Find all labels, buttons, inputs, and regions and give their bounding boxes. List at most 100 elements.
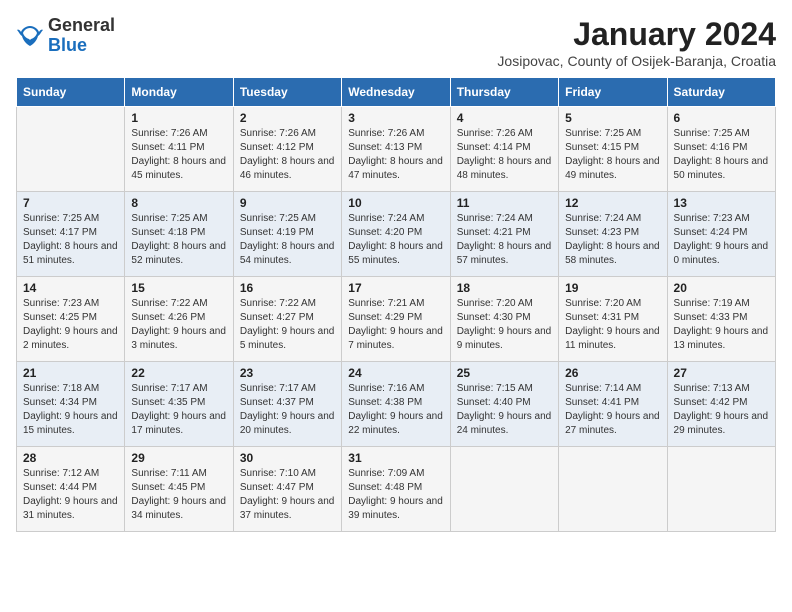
day-number: 18 xyxy=(457,281,552,295)
day-cell xyxy=(450,447,558,532)
day-cell: 27 Sunrise: 7:13 AMSunset: 4:42 PMDayligh… xyxy=(667,362,775,447)
day-number: 28 xyxy=(23,451,118,465)
day-info: Sunrise: 7:25 AMSunset: 4:19 PMDaylight:… xyxy=(240,212,335,268)
day-number: 4 xyxy=(457,111,552,125)
day-cell: 3 Sunrise: 7:26 AMSunset: 4:13 PMDaylight… xyxy=(342,107,450,192)
day-number: 8 xyxy=(131,196,226,210)
day-number: 13 xyxy=(674,196,769,210)
day-cell: 15 Sunrise: 7:22 AMSunset: 4:26 PMDayligh… xyxy=(125,277,233,362)
week-row-1: 1 Sunrise: 7:26 AMSunset: 4:11 PMDaylight… xyxy=(17,107,776,192)
day-number: 2 xyxy=(240,111,335,125)
day-cell: 2 Sunrise: 7:26 AMSunset: 4:12 PMDaylight… xyxy=(233,107,341,192)
header-sunday: Sunday xyxy=(17,78,125,107)
day-number: 6 xyxy=(674,111,769,125)
day-number: 12 xyxy=(565,196,660,210)
day-number: 21 xyxy=(23,366,118,380)
day-info: Sunrise: 7:12 AMSunset: 4:44 PMDaylight:… xyxy=(23,467,118,523)
day-info: Sunrise: 7:17 AMSunset: 4:37 PMDaylight:… xyxy=(240,382,335,438)
day-cell: 26 Sunrise: 7:14 AMSunset: 4:41 PMDayligh… xyxy=(559,362,667,447)
day-number: 29 xyxy=(131,451,226,465)
month-title: January 2024 xyxy=(497,16,776,53)
day-number: 15 xyxy=(131,281,226,295)
day-cell: 5 Sunrise: 7:25 AMSunset: 4:15 PMDaylight… xyxy=(559,107,667,192)
day-info: Sunrise: 7:25 AMSunset: 4:16 PMDaylight:… xyxy=(674,127,769,183)
day-info: Sunrise: 7:18 AMSunset: 4:34 PMDaylight:… xyxy=(23,382,118,438)
day-info: Sunrise: 7:25 AMSunset: 4:15 PMDaylight:… xyxy=(565,127,660,183)
day-info: Sunrise: 7:09 AMSunset: 4:48 PMDaylight:… xyxy=(348,467,443,523)
week-row-3: 14Sunrise: 7:23 AMSunset: 4:25 PMDayligh… xyxy=(17,277,776,362)
day-number: 26 xyxy=(565,366,660,380)
day-number: 9 xyxy=(240,196,335,210)
day-number: 27 xyxy=(674,366,769,380)
week-row-4: 21 Sunrise: 7:18 AMSunset: 4:34 PMDayligh… xyxy=(17,362,776,447)
day-number: 24 xyxy=(348,366,443,380)
day-number: 25 xyxy=(457,366,552,380)
day-number: 22 xyxy=(131,366,226,380)
day-cell: 19 Sunrise: 7:20 AMSunset: 4:31 PMDayligh… xyxy=(559,277,667,362)
day-info: Sunrise: 7:24 AMSunset: 4:20 PMDaylight:… xyxy=(348,212,443,268)
day-cell xyxy=(667,447,775,532)
day-info: Sunrise: 7:13 AMSunset: 4:42 PMDaylight:… xyxy=(674,382,769,438)
day-number: 1 xyxy=(131,111,226,125)
day-info: Sunrise: 7:25 AMSunset: 4:18 PMDaylight:… xyxy=(131,212,226,268)
day-cell: 1 Sunrise: 7:26 AMSunset: 4:11 PMDaylight… xyxy=(125,107,233,192)
day-cell: 30Sunrise: 7:10 AMSunset: 4:47 PMDayligh… xyxy=(233,447,341,532)
day-number: 30 xyxy=(240,451,335,465)
day-info: Sunrise: 7:15 AMSunset: 4:40 PMDaylight:… xyxy=(457,382,552,438)
day-info: Sunrise: 7:26 AMSunset: 4:12 PMDaylight:… xyxy=(240,127,335,183)
day-number: 7 xyxy=(23,196,118,210)
day-info: Sunrise: 7:22 AMSunset: 4:27 PMDaylight:… xyxy=(240,297,335,353)
day-cell: 31 Sunrise: 7:09 AMSunset: 4:48 PMDayligh… xyxy=(342,447,450,532)
title-block: January 2024 Josipovac, County of Osijek… xyxy=(497,16,776,69)
day-info: Sunrise: 7:11 AMSunset: 4:45 PMDaylight:… xyxy=(131,467,226,523)
day-info: Sunrise: 7:24 AMSunset: 4:23 PMDaylight:… xyxy=(565,212,660,268)
logo-text: General Blue xyxy=(48,16,115,56)
day-number: 11 xyxy=(457,196,552,210)
week-row-2: 7 Sunrise: 7:25 AMSunset: 4:17 PMDaylight… xyxy=(17,192,776,277)
day-number: 19 xyxy=(565,281,660,295)
day-number: 20 xyxy=(674,281,769,295)
day-cell: 16Sunrise: 7:22 AMSunset: 4:27 PMDayligh… xyxy=(233,277,341,362)
day-info: Sunrise: 7:26 AMSunset: 4:13 PMDaylight:… xyxy=(348,127,443,183)
calendar-table: SundayMondayTuesdayWednesdayThursdayFrid… xyxy=(16,77,776,532)
day-cell: 14Sunrise: 7:23 AMSunset: 4:25 PMDayligh… xyxy=(17,277,125,362)
header-friday: Friday xyxy=(559,78,667,107)
day-number: 5 xyxy=(565,111,660,125)
day-cell: 28 Sunrise: 7:12 AMSunset: 4:44 PMDayligh… xyxy=(17,447,125,532)
day-cell: 25 Sunrise: 7:15 AMSunset: 4:40 PMDayligh… xyxy=(450,362,558,447)
page-header: General Blue January 2024 Josipovac, Cou… xyxy=(16,16,776,69)
day-number: 10 xyxy=(348,196,443,210)
day-number: 17 xyxy=(348,281,443,295)
day-cell: 18 Sunrise: 7:20 AMSunset: 4:30 PMDayligh… xyxy=(450,277,558,362)
day-info: Sunrise: 7:26 AMSunset: 4:11 PMDaylight:… xyxy=(131,127,226,183)
day-cell: 6 Sunrise: 7:25 AMSunset: 4:16 PMDaylight… xyxy=(667,107,775,192)
day-info: Sunrise: 7:20 AMSunset: 4:30 PMDaylight:… xyxy=(457,297,552,353)
day-cell: 9 Sunrise: 7:25 AMSunset: 4:19 PMDaylight… xyxy=(233,192,341,277)
day-cell: 17Sunrise: 7:21 AMSunset: 4:29 PMDayligh… xyxy=(342,277,450,362)
day-cell: 24Sunrise: 7:16 AMSunset: 4:38 PMDayligh… xyxy=(342,362,450,447)
header-row: SundayMondayTuesdayWednesdayThursdayFrid… xyxy=(17,78,776,107)
day-info: Sunrise: 7:25 AMSunset: 4:17 PMDaylight:… xyxy=(23,212,118,268)
day-cell xyxy=(559,447,667,532)
header-saturday: Saturday xyxy=(667,78,775,107)
day-info: Sunrise: 7:20 AMSunset: 4:31 PMDaylight:… xyxy=(565,297,660,353)
day-cell: 20Sunrise: 7:19 AMSunset: 4:33 PMDayligh… xyxy=(667,277,775,362)
header-monday: Monday xyxy=(125,78,233,107)
day-cell: 22Sunrise: 7:17 AMSunset: 4:35 PMDayligh… xyxy=(125,362,233,447)
day-number: 3 xyxy=(348,111,443,125)
day-cell: 12 Sunrise: 7:24 AMSunset: 4:23 PMDayligh… xyxy=(559,192,667,277)
day-cell: 10 Sunrise: 7:24 AMSunset: 4:20 PMDayligh… xyxy=(342,192,450,277)
header-tuesday: Tuesday xyxy=(233,78,341,107)
day-cell: 11Sunrise: 7:24 AMSunset: 4:21 PMDayligh… xyxy=(450,192,558,277)
day-info: Sunrise: 7:23 AMSunset: 4:25 PMDaylight:… xyxy=(23,297,118,353)
day-info: Sunrise: 7:14 AMSunset: 4:41 PMDaylight:… xyxy=(565,382,660,438)
header-thursday: Thursday xyxy=(450,78,558,107)
day-number: 23 xyxy=(240,366,335,380)
day-cell: 7 Sunrise: 7:25 AMSunset: 4:17 PMDaylight… xyxy=(17,192,125,277)
day-cell: 21 Sunrise: 7:18 AMSunset: 4:34 PMDayligh… xyxy=(17,362,125,447)
day-cell: 29 Sunrise: 7:11 AMSunset: 4:45 PMDayligh… xyxy=(125,447,233,532)
day-number: 31 xyxy=(348,451,443,465)
day-info: Sunrise: 7:22 AMSunset: 4:26 PMDaylight:… xyxy=(131,297,226,353)
week-row-5: 28 Sunrise: 7:12 AMSunset: 4:44 PMDayligh… xyxy=(17,447,776,532)
location: Josipovac, County of Osijek-Baranja, Cro… xyxy=(497,53,776,69)
